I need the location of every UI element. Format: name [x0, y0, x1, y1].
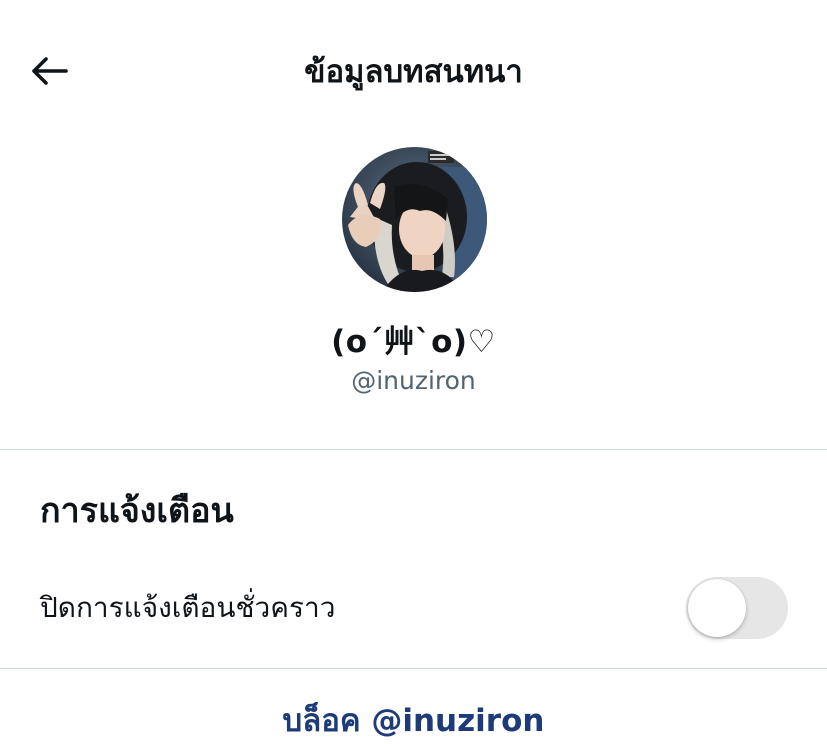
notifications-heading: การแจ้งเตือน: [40, 491, 234, 531]
avatar[interactable]: [342, 147, 487, 292]
display-name: (o´艸`o)♡: [331, 324, 496, 360]
user-avatar-photo: [342, 147, 487, 292]
block-user-button[interactable]: บล็อค @inuziron: [0, 698, 827, 744]
conversation-info-header: ข้อมูลบทสนทนา: [0, 0, 827, 140]
page-title: ข้อมูลบทสนทนา: [304, 54, 523, 90]
toggle-knob: [688, 579, 746, 637]
divider: [0, 449, 827, 450]
snooze-notifications-toggle[interactable]: [686, 577, 788, 639]
username: @inuziron: [351, 366, 476, 395]
snooze-notifications-label: ปิดการแจ้งเตือนชั่วคราว: [40, 591, 336, 624]
divider: [0, 668, 827, 669]
snooze-notifications-row: ปิดการแจ้งเตือนชั่วคราว: [0, 572, 827, 648]
